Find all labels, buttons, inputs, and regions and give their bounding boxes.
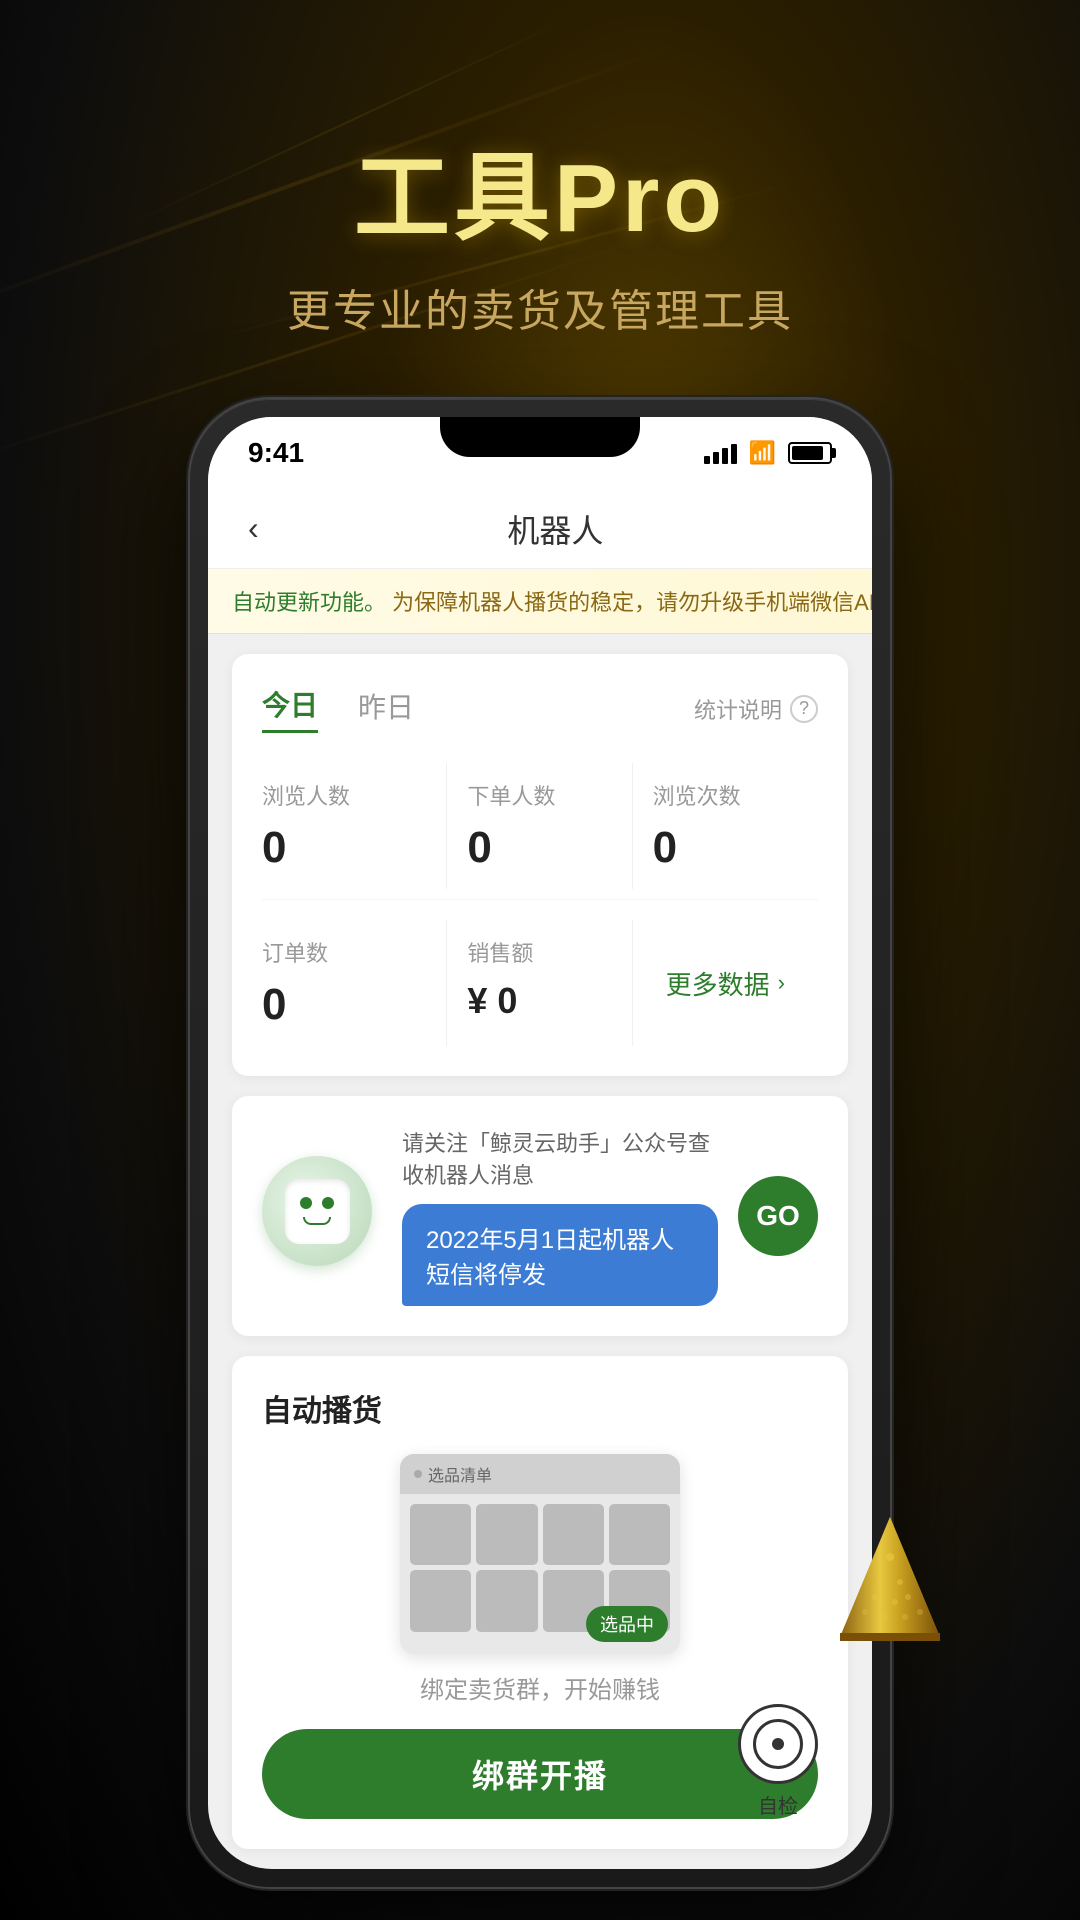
tabs-row: 今日 昨日 统计说明 ? <box>262 684 818 733</box>
title-section: 工具Pro 更专业的卖货及管理工具 <box>287 0 793 339</box>
broadcast-section: 自动播货 选品清单 <box>232 1356 848 1849</box>
stats-grid-row1: 浏览人数 0 下单人数 0 浏览次数 0 <box>262 763 818 889</box>
wifi-icon: 📶 <box>749 440 776 466</box>
help-icon: ? <box>790 695 818 723</box>
broadcast-desc: 绑定卖货群，开始赚钱 <box>262 1670 818 1705</box>
page-wrapper: 工具Pro 更专业的卖货及管理工具 9:41 <box>0 0 1080 1920</box>
more-data-label: 更多数据 <box>666 965 770 1002</box>
status-icons: 📶 <box>704 440 832 466</box>
nav-bar: ‹ 机器人 <box>208 489 872 569</box>
notification-card: 请关注「鲸灵云助手」公众号查收机器人消息 2022年5月1日起机器人短信将停发 … <box>232 1096 848 1336</box>
battery-icon <box>788 442 832 464</box>
more-data-cell[interactable]: 更多数据 › <box>633 920 818 1046</box>
warning-prefix: 自动更新功能。 <box>232 590 386 615</box>
visitors-label: 浏览人数 <box>262 779 446 811</box>
status-time: 9:41 <box>248 437 304 469</box>
notification-message: 2022年5月1日起机器人短信将停发 <box>402 1204 718 1306</box>
self-check-icon <box>738 1704 818 1784</box>
stats-help[interactable]: 统计说明 ? <box>694 693 818 725</box>
self-check-button[interactable]: 自检 <box>738 1704 818 1819</box>
warning-banner: 自动更新功能。 为保障机器人播货的稳定，请勿升级手机端微信APP <box>208 569 872 634</box>
phone-mockup: 9:41 📶 <box>190 399 890 1887</box>
more-data-button[interactable]: 更多数据 › <box>666 965 785 1002</box>
warning-content: 为保障机器人播货的稳定，请勿升级手机端微信APP <box>392 590 872 615</box>
phone-outer: 9:41 📶 <box>190 399 890 1887</box>
tab-today[interactable]: 今日 <box>262 684 318 733</box>
stats-help-label: 统计说明 <box>694 693 782 725</box>
broadcast-badge: 选品中 <box>586 1606 668 1642</box>
robot-avatar <box>262 1156 382 1276</box>
go-button[interactable]: GO <box>738 1176 818 1256</box>
sales-cell: 销售额 ¥ 0 <box>447 920 632 1046</box>
orders-placed-cell: 下单人数 0 <box>447 763 632 889</box>
main-title: 工具Pro <box>287 120 793 259</box>
sales-value: ¥ 0 <box>467 980 631 1022</box>
visitors-cell: 浏览人数 0 <box>262 763 447 889</box>
warning-text: 自动更新功能。 为保障机器人播货的稳定，请勿升级手机端微信APP <box>232 585 872 617</box>
orders-value: 0 <box>262 980 446 1030</box>
notification-content: 请关注「鲸灵云助手」公众号查收机器人消息 2022年5月1日起机器人短信将停发 <box>402 1126 718 1306</box>
chevron-right-icon: › <box>778 970 785 996</box>
orders-cell: 订单数 0 <box>262 920 447 1046</box>
orders-placed-value: 0 <box>467 823 631 873</box>
status-bar: 9:41 📶 <box>208 417 872 489</box>
sales-label: 销售额 <box>467 936 631 968</box>
views-cell: 浏览次数 0 <box>633 763 818 889</box>
bind-button[interactable]: 绑群开播 <box>262 1729 818 1819</box>
signal-icon <box>704 442 737 464</box>
phone-inner: 9:41 📶 <box>208 417 872 1869</box>
orders-label: 订单数 <box>262 936 446 968</box>
nav-title: 机器人 <box>269 506 842 552</box>
notification-title: 请关注「鲸灵云助手」公众号查收机器人消息 <box>402 1126 718 1190</box>
status-notch <box>440 417 640 457</box>
tab-yesterday[interactable]: 昨日 <box>358 686 414 732</box>
stats-grid-row2: 订单数 0 销售额 ¥ 0 更多数据 › <box>262 899 818 1046</box>
broadcast-preview: 选品清单 <box>262 1454 818 1654</box>
visitors-value: 0 <box>262 823 446 873</box>
views-value: 0 <box>653 823 818 873</box>
back-button[interactable]: ‹ <box>238 500 269 557</box>
sub-title: 更专业的卖货及管理工具 <box>287 275 793 339</box>
views-label: 浏览次数 <box>653 779 818 811</box>
broadcast-title: 自动播货 <box>262 1386 818 1430</box>
stats-card: 今日 昨日 统计说明 ? 浏览人数 0 下单人数 <box>232 654 848 1076</box>
gold-hat-decoration <box>830 1517 950 1667</box>
self-check-label: 自检 <box>758 1790 798 1819</box>
orders-placed-label: 下单人数 <box>467 779 631 811</box>
